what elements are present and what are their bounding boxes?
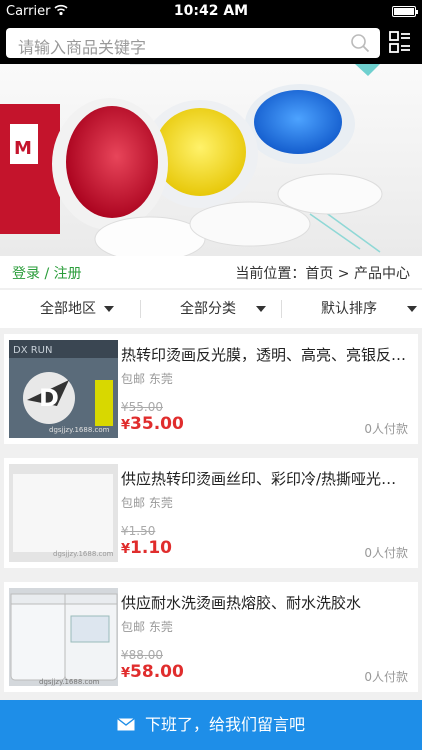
filter-region-label: 全部地区 (40, 301, 96, 317)
category-menu-icon[interactable] (388, 30, 412, 54)
product-item[interactable]: dgsjjzy.1688.com 供应耐水洗烫画热熔胶、耐水洗胶水 包邮 东莞 … (4, 582, 418, 692)
svg-text:DX RUN: DX RUN (13, 345, 52, 356)
product-shipping: 包邮 东莞 (121, 496, 173, 510)
filter-bar: 全部地区 全部分类 默认排序 (0, 290, 422, 328)
product-thumbnail: DX RUN D dgsjjzy.1688.com (9, 340, 118, 438)
product-thumbnail: dgsjjzy.1688.com (9, 464, 118, 562)
product-title: 热转印烫画反光膜，透明、高亮、亮银反光膜 (121, 346, 409, 364)
product-original-price: ¥1.50 (121, 524, 156, 538)
search-input[interactable]: 请输入商品关键字 (6, 28, 380, 58)
product-original-price: ¥88.00 (121, 648, 163, 662)
product-sold-count: 0人付款 (364, 422, 408, 436)
battery-icon (392, 6, 418, 17)
login-register-link[interactable]: 登录 / 注册 (12, 263, 82, 283)
product-original-price: ¥55.00 (121, 400, 163, 414)
banner-image[interactable]: M (0, 64, 422, 256)
svg-text:D: D (39, 384, 59, 412)
filter-region-dropdown[interactable]: 全部地区 (40, 290, 114, 328)
product-sold-count: 0人付款 (364, 546, 408, 560)
product-title: 供应热转印烫画丝印、彩印冷/热撕哑光离型膜 (121, 470, 409, 488)
product-item[interactable]: dgsjjzy.1688.com 供应热转印烫画丝印、彩印冷/热撕哑光离型膜 包… (4, 458, 418, 568)
divider (281, 300, 282, 318)
product-item[interactable]: DX RUN D dgsjjzy.1688.com 热转印烫画反光膜，透明、高亮… (4, 334, 418, 444)
product-shipping: 包邮 东莞 (121, 620, 173, 634)
leave-message-button[interactable]: 下班了，给我们留言吧 (0, 700, 422, 750)
chevron-down-icon (407, 306, 417, 312)
product-shipping: 包邮 东莞 (121, 372, 173, 386)
svg-text:dgsjjzy.1688.com: dgsjjzy.1688.com (53, 550, 114, 558)
chevron-down-icon (256, 306, 266, 312)
filter-sort-dropdown[interactable]: 默认排序 (321, 290, 417, 328)
svg-text:M: M (14, 138, 32, 159)
leave-message-label: 下班了，给我们留言吧 (144, 715, 305, 734)
login-breadcrumb-row: 登录 / 注册 当前位置：首页 > 产品中心 (0, 256, 422, 288)
product-price: ¥58.00 (121, 662, 184, 682)
filter-category-dropdown[interactable]: 全部分类 (180, 290, 266, 328)
product-title: 供应耐水洗烫画热熔胶、耐水洗胶水 (121, 594, 362, 612)
status-bar: Carrier 10:42 AM (0, 0, 422, 22)
breadcrumb: 当前位置：首页 > 产品中心 (235, 266, 410, 282)
search-icon[interactable] (350, 33, 370, 53)
filter-sort-label: 默认排序 (321, 301, 377, 317)
product-thumbnail: dgsjjzy.1688.com (9, 588, 118, 686)
search-placeholder: 请输入商品关键字 (18, 38, 147, 57)
mail-icon (117, 718, 135, 731)
product-price: ¥35.00 (121, 414, 184, 434)
paint-jars-illustration: M (0, 64, 383, 256)
svg-text:dgsjjzy.1688.com: dgsjjzy.1688.com (39, 678, 100, 686)
filter-category-label: 全部分类 (180, 301, 236, 317)
search-header: 请输入商品关键字 (0, 22, 422, 64)
svg-text:dgsjjzy.1688.com: dgsjjzy.1688.com (49, 426, 110, 434)
clock: 10:42 AM (173, 3, 249, 19)
product-price: ¥1.10 (121, 538, 172, 558)
chevron-down-icon (104, 306, 114, 312)
divider (140, 300, 141, 318)
product-sold-count: 0人付款 (364, 670, 408, 684)
